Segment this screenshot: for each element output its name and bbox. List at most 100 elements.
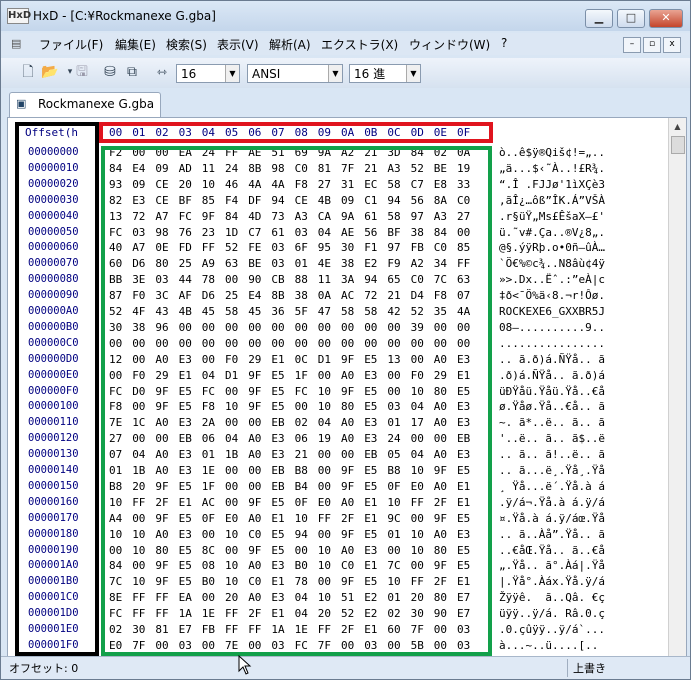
hex-byte[interactable]: 2F: [434, 496, 447, 509]
hex-byte[interactable]: E5: [364, 480, 377, 493]
hex-byte[interactable]: 2F: [341, 512, 354, 525]
hex-byte[interactable]: 02: [434, 146, 447, 159]
hex-byte[interactable]: E5: [364, 464, 377, 477]
hex-byte[interactable]: 00: [132, 559, 145, 572]
menu-analysis[interactable]: 解析(A): [269, 36, 311, 53]
hex-byte[interactable]: 85: [202, 194, 215, 207]
scroll-thumb[interactable]: [671, 136, 685, 154]
hex-byte[interactable]: 00: [109, 369, 122, 382]
hex-byte[interactable]: FF: [318, 623, 331, 636]
hex-byte[interactable]: 60: [109, 257, 122, 270]
row-text[interactable]: „ä..­.$‹˜À..!£R¾.: [499, 162, 605, 175]
hex-byte[interactable]: 3A: [341, 273, 354, 286]
hex-byte[interactable]: 05: [387, 448, 400, 461]
hex-byte[interactable]: 00: [341, 321, 354, 334]
hex-byte[interactable]: 9F: [341, 385, 354, 398]
hex-byte[interactable]: A3: [295, 210, 308, 223]
hex-byte[interactable]: 9F: [248, 496, 261, 509]
hex-byte[interactable]: B8: [295, 464, 308, 477]
hex-byte[interactable]: 04: [295, 607, 308, 620]
hex-byte[interactable]: FC: [109, 385, 122, 398]
hex-byte[interactable]: 00: [225, 337, 238, 350]
row-text[interactable]: üÐŸåü.Ÿåü.Ÿå..€å: [499, 385, 605, 398]
hex-byte[interactable]: 9F: [155, 559, 168, 572]
hex-byte[interactable]: 29: [155, 369, 168, 382]
hex-byte[interactable]: 81: [318, 162, 331, 175]
tab-rockmanexe-g[interactable]: ▣ Rockmanexe G.gba: [9, 92, 161, 117]
hex-byte[interactable]: E3: [132, 194, 145, 207]
hex-byte[interactable]: 9F: [155, 575, 168, 588]
hex-byte[interactable]: 9F: [248, 369, 261, 382]
hex-byte[interactable]: 69: [295, 146, 308, 159]
hex-byte[interactable]: 06: [295, 432, 308, 445]
hex-byte[interactable]: A3: [387, 162, 400, 175]
hex-byte[interactable]: 10: [411, 385, 424, 398]
hex-byte[interactable]: 00: [132, 432, 145, 445]
hex-byte[interactable]: 52: [411, 305, 424, 318]
hex-byte[interactable]: A0: [434, 353, 447, 366]
hex-byte[interactable]: 4B: [318, 194, 331, 207]
hex-byte[interactable]: 34: [434, 257, 447, 270]
hex-byte[interactable]: 00: [341, 448, 354, 461]
hex-byte[interactable]: E1: [364, 512, 377, 525]
hex-byte[interactable]: 03: [271, 639, 284, 652]
hex-byte[interactable]: 00: [411, 559, 424, 572]
row-text[interactable]: `Ö€%©c¾..N8âù¢4ÿ: [499, 257, 605, 270]
hex-byte[interactable]: 27: [109, 432, 122, 445]
hex-byte[interactable]: 42: [387, 305, 400, 318]
charset-select[interactable]: ANSI ▼: [247, 64, 343, 83]
hex-byte[interactable]: E8: [434, 178, 447, 191]
hex-byte[interactable]: 12: [109, 353, 122, 366]
hex-byte[interactable]: 24: [225, 162, 238, 175]
hex-byte[interactable]: A0: [341, 432, 354, 445]
hex-byte[interactable]: 01: [295, 257, 308, 270]
hex-byte[interactable]: 10: [202, 178, 215, 191]
hex-byte[interactable]: F4: [225, 194, 238, 207]
hex-byte[interactable]: E1: [364, 496, 377, 509]
hex-byte[interactable]: 03: [132, 226, 145, 239]
hex-byte[interactable]: 06: [202, 432, 215, 445]
hex-byte[interactable]: 2F: [155, 496, 168, 509]
hex-byte[interactable]: 04: [295, 591, 308, 604]
hex-byte[interactable]: D1: [225, 369, 238, 382]
hex-byte[interactable]: E5: [179, 559, 192, 572]
hex-byte[interactable]: 45: [248, 305, 261, 318]
hex-byte[interactable]: D6: [202, 289, 215, 302]
hex-byte[interactable]: D6: [132, 257, 145, 270]
hex-byte[interactable]: 90: [248, 273, 261, 286]
hex-byte[interactable]: 00: [225, 464, 238, 477]
hex-byte[interactable]: 03: [457, 623, 470, 636]
row-text[interactable]: ¤.Ÿå.à á.ÿ/áœ.Ÿå: [499, 512, 605, 525]
hex-byte[interactable]: E5: [457, 385, 470, 398]
hex-byte[interactable]: 1B: [132, 464, 145, 477]
hex-byte[interactable]: 09: [132, 178, 145, 191]
hex-byte[interactable]: FF: [318, 512, 331, 525]
hex-byte[interactable]: 51: [341, 591, 354, 604]
hex-byte[interactable]: EB: [271, 480, 284, 493]
hex-byte[interactable]: AE: [341, 226, 354, 239]
hex-byte[interactable]: 73: [271, 210, 284, 223]
hex-byte[interactable]: 7F: [132, 639, 145, 652]
hex-byte[interactable]: 00: [364, 337, 377, 350]
hex-byte[interactable]: E3: [457, 400, 470, 413]
hex-byte[interactable]: E1: [271, 353, 284, 366]
row-text[interactable]: ò..ê$ÿ®Qiš¢!=„..: [499, 146, 605, 159]
hex-byte[interactable]: E5: [364, 575, 377, 588]
hex-byte[interactable]: FC: [109, 607, 122, 620]
row-text[interactable]: „.Ÿå.. ã°.Àá|.Ÿå: [499, 559, 605, 572]
hex-byte[interactable]: E3: [179, 448, 192, 461]
hex-byte[interactable]: 1F: [295, 369, 308, 382]
hex-byte[interactable]: 27: [318, 178, 331, 191]
hex-byte[interactable]: FF: [248, 623, 261, 636]
hex-byte[interactable]: E5: [364, 528, 377, 541]
hex-byte[interactable]: E5: [271, 528, 284, 541]
hex-byte[interactable]: 00: [202, 639, 215, 652]
hex-byte[interactable]: 5B: [411, 639, 424, 652]
hex-byte[interactable]: E3: [179, 416, 192, 429]
hex-byte[interactable]: F0: [225, 353, 238, 366]
hex-byte[interactable]: 0F: [387, 480, 400, 493]
hex-byte[interactable]: E1: [271, 575, 284, 588]
hex-byte[interactable]: F8: [202, 400, 215, 413]
hex-byte[interactable]: FF: [225, 607, 238, 620]
menu-search[interactable]: 検索(S): [166, 36, 207, 53]
